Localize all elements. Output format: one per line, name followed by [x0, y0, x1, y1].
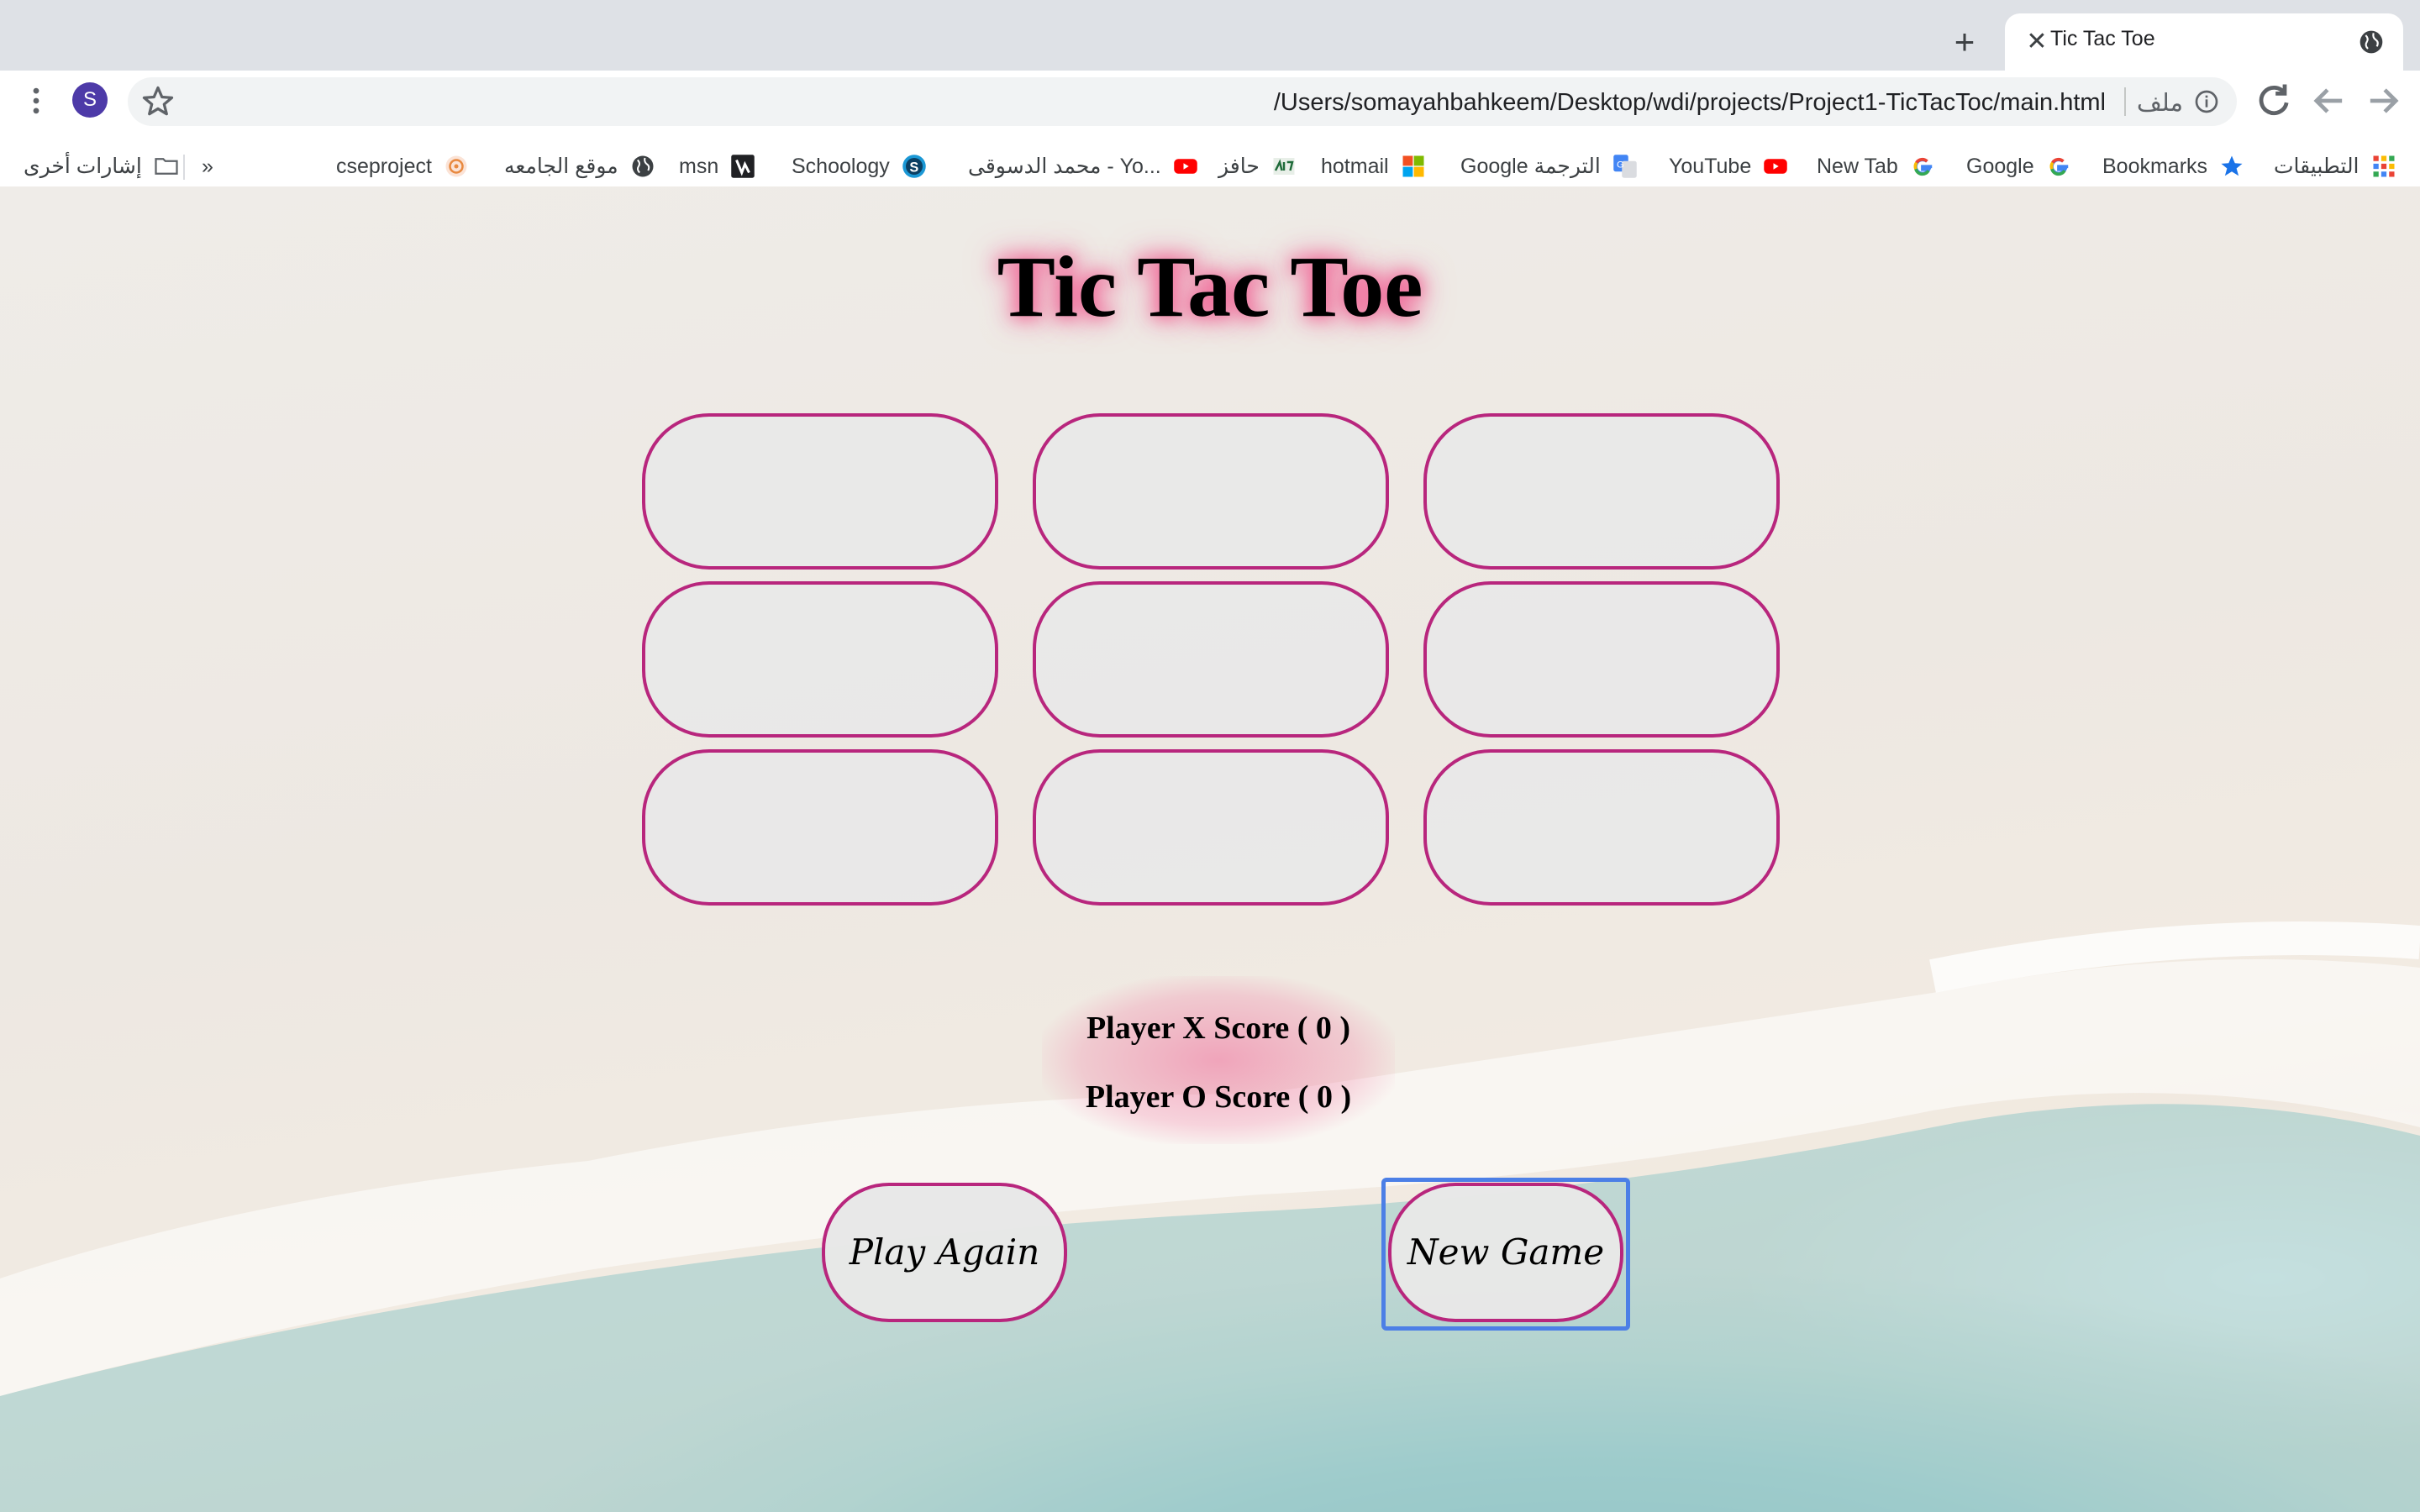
menu-dots-icon[interactable]	[22, 86, 50, 116]
tab-close-icon[interactable]: ✕	[2020, 25, 2054, 59]
bookmarks-divider	[183, 155, 185, 180]
svg-text:G: G	[1617, 160, 1624, 170]
board-cell-9[interactable]	[1423, 749, 1780, 906]
apps-grid-icon	[2373, 155, 2395, 177]
board-cell-7[interactable]	[642, 749, 998, 906]
bookmark-new-tab[interactable]: New Tab	[1817, 151, 1935, 181]
game-title: Tic Tac Toe	[997, 239, 1423, 335]
url-separator	[2124, 87, 2126, 116]
new-tab-button[interactable]: +	[1946, 24, 1983, 60]
msn-icon	[731, 155, 755, 178]
youtube-icon	[1173, 159, 1197, 174]
bookmark-label: Schoology	[792, 154, 890, 178]
bookmark-google-translate[interactable]: Google الترجمة G	[1460, 151, 1638, 181]
scheme-label: ملف	[2136, 90, 2183, 117]
bookmark-label: Google	[1966, 154, 2034, 178]
bookmark-bookmarks[interactable]: Bookmarks	[2102, 151, 2244, 181]
tab-strip: + ✕ Tic Tac Toe	[0, 0, 2420, 71]
play-again-button[interactable]: Play Again	[822, 1183, 1067, 1322]
browser-toolbar: S /Users/somayahbahkeem/Desktop/wdi/proj…	[0, 71, 2420, 202]
microsoft-icon	[1402, 155, 1424, 177]
score-panel: Player X Score ( 0 ) Player O Score ( 0 …	[1042, 976, 1395, 1144]
bookmark-label: New Tab	[1817, 154, 1898, 178]
board-cell-4[interactable]	[642, 581, 998, 738]
cseproject-icon	[445, 155, 467, 177]
bookmark-label: Bookmarks	[2102, 154, 2208, 178]
globe-icon	[2360, 30, 2383, 54]
board-cell-6[interactable]	[1423, 581, 1780, 738]
folder-icon	[155, 158, 178, 175]
youtube-icon	[1764, 159, 1787, 174]
bookmark-hotmail[interactable]: hotmail	[1321, 151, 1426, 181]
bookmark-youtube[interactable]: YouTube	[1669, 151, 1788, 181]
google-icon	[1913, 157, 1933, 176]
star-icon	[2221, 155, 2243, 176]
new-game-button[interactable]: New Game	[1388, 1183, 1623, 1322]
svg-text:S: S	[909, 160, 918, 175]
bookmark-university[interactable]: موقع الجامعه	[504, 151, 655, 181]
overflow-chevron-icon: »	[202, 154, 213, 178]
profile-avatar[interactable]: S	[72, 82, 108, 118]
board-cell-1[interactable]	[642, 413, 998, 570]
tab-tic-tac-toe[interactable]: ✕ Tic Tac Toe	[2005, 13, 2403, 71]
globe-icon	[632, 155, 654, 177]
bookmark-cseproject[interactable]: cseproject	[336, 151, 469, 181]
url-text: /Users/somayahbahkeem/Desktop/wdi/projec…	[1273, 89, 2106, 116]
bookmark-label: cseproject	[336, 154, 432, 178]
bookmark-apps[interactable]: التطبيقات	[2274, 151, 2396, 181]
bookmark-label: حافز	[1218, 155, 1260, 178]
player-x-score: Player X Score ( 0 )	[1086, 1011, 1351, 1046]
google-icon	[2049, 157, 2068, 176]
bookmark-other-folder[interactable]: إشارات أخرى	[24, 151, 179, 181]
board-cell-5[interactable]	[1033, 581, 1389, 738]
board-cell-8[interactable]	[1033, 749, 1389, 906]
player-o-score: Player O Score ( 0 )	[1085, 1079, 1352, 1115]
bookmark-label: Google الترجمة	[1460, 155, 1601, 178]
translate-icon: G	[1613, 155, 1637, 178]
bookmark-label: التطبيقات	[2274, 155, 2360, 178]
bookmark-label: hotmail	[1321, 154, 1389, 178]
bookmark-youtube-channel[interactable]: محمد الدسوقى - Yo...	[968, 151, 1198, 181]
bookmark-msn[interactable]: msn	[679, 151, 755, 181]
forward-arrow-icon[interactable]	[2361, 79, 2405, 123]
score-glow	[1042, 976, 1395, 1144]
bookmark-label: msn	[679, 154, 719, 178]
address-bar[interactable]: /Users/somayahbahkeem/Desktop/wdi/projec…	[128, 77, 2237, 126]
bookmarks-overflow-button[interactable]: »	[202, 151, 213, 181]
bookmark-label: محمد الدسوقى - Yo...	[968, 155, 1161, 178]
schoology-icon: S	[902, 155, 926, 178]
reload-icon[interactable]	[2252, 79, 2296, 123]
bookmark-label: موقع الجامعه	[504, 155, 618, 178]
bookmark-hafiz[interactable]: حافز	[1218, 151, 1297, 181]
star-bookmark-icon[interactable]	[139, 83, 176, 120]
bookmark-google[interactable]: Google	[1966, 151, 2071, 181]
game-board	[642, 413, 1780, 906]
bookmark-label: إشارات أخرى	[24, 155, 142, 178]
back-arrow-icon[interactable]	[2307, 79, 2351, 123]
bookmark-schoology[interactable]: Schoology S	[792, 151, 927, 181]
page-content: Tic Tac Toe Player X Score ( 0 ) Player …	[0, 186, 2420, 1512]
bookmark-label: YouTube	[1669, 154, 1752, 178]
board-cell-2[interactable]	[1033, 413, 1389, 570]
hafiz-icon	[1273, 158, 1295, 175]
board-cell-3[interactable]	[1423, 413, 1780, 570]
tab-title: Tic Tac Toe	[2050, 27, 2155, 50]
info-icon[interactable]	[2193, 88, 2220, 115]
